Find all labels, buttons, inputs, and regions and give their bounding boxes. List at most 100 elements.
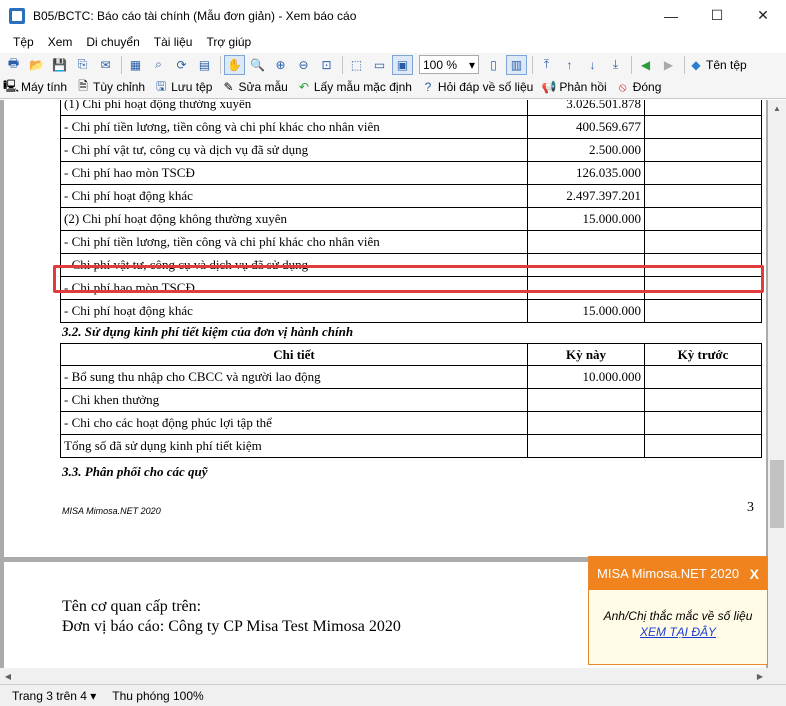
table-row: - Chi cho các hoạt động phúc lợi tập thể bbox=[60, 411, 762, 435]
print-icon[interactable]: 🖶 bbox=[3, 55, 24, 75]
customize-icon: 🗎 bbox=[78, 78, 88, 93]
single-page-icon[interactable]: ▯ bbox=[483, 55, 504, 75]
file-name-button[interactable]: ◆ Tên tệp bbox=[688, 57, 753, 73]
horizontal-scrollbar[interactable]: ◀ ▶ bbox=[0, 668, 768, 684]
page-width-icon[interactable]: ⬚ bbox=[346, 55, 367, 75]
menu-file[interactable]: Tệp bbox=[6, 35, 41, 49]
page-number: 3 bbox=[747, 500, 754, 515]
popup-header: MISA Mimosa.NET 2020 X bbox=[589, 557, 767, 590]
thumbnails-icon[interactable]: ▦ bbox=[125, 55, 146, 75]
zoom-tool-icon[interactable]: 🔍 bbox=[247, 55, 268, 75]
previous-page-icon[interactable]: ↑ bbox=[559, 55, 580, 75]
disk-icon: 🖫 bbox=[155, 78, 167, 93]
table-row-highlighted: - Bổ sung thu nhập cho CBCC và người lao… bbox=[60, 365, 762, 389]
table-row: (2) Chi phí hoạt động không thường xuyên… bbox=[60, 207, 762, 231]
feedback-button[interactable]: 📢 Phản hồi bbox=[541, 79, 612, 95]
table-row: - Chi phí hoạt động khác 2.497.397.201 bbox=[60, 184, 762, 208]
scroll-right-icon[interactable]: ▶ bbox=[752, 672, 768, 681]
table-row: - Chi phí tiền lương, tiền công và chi p… bbox=[60, 115, 762, 139]
window-title: B05/BCTC: Báo cáo tài chính (Mẫu đơn giả… bbox=[33, 8, 357, 23]
find-icon[interactable]: ⌕ bbox=[148, 55, 169, 75]
savings-usage-table: Chi tiết Kỳ này Kỳ trước - Bổ sung thu n… bbox=[60, 343, 762, 458]
question-icon: ? bbox=[424, 80, 432, 94]
toolbar-separator bbox=[684, 55, 685, 74]
column-header: Kỳ trước bbox=[644, 343, 762, 366]
toolbar-separator bbox=[631, 55, 632, 74]
first-page-icon[interactable]: ⤒ bbox=[536, 55, 557, 75]
column-header: Kỳ này bbox=[527, 343, 645, 366]
section-heading-3-3: 3.3. Phân phối cho các quỹ bbox=[62, 464, 208, 479]
toolbar-separator bbox=[342, 55, 343, 74]
chevron-down-icon: ▾ bbox=[468, 57, 475, 72]
forward-icon[interactable]: ▶ bbox=[658, 55, 679, 75]
close-button[interactable]: ⦸ Đóng bbox=[615, 79, 668, 95]
scroll-left-icon[interactable]: ◀ bbox=[0, 672, 16, 681]
popup-text: Anh/Chị thắc mắc về số liệu bbox=[603, 609, 753, 623]
minimize-button[interactable]: — bbox=[648, 0, 694, 31]
zoom-select[interactable]: 100 % ▾ bbox=[419, 55, 479, 74]
hand-tool-icon[interactable]: ✋ bbox=[224, 54, 245, 75]
refresh-icon[interactable]: ⟳ bbox=[171, 55, 192, 75]
close-window-button[interactable]: ✕ bbox=[740, 0, 786, 31]
table-row: - Chi phí vật tư, công cụ và dịch vụ đã … bbox=[60, 138, 762, 162]
undo-arrow-icon: ↶ bbox=[298, 80, 309, 94]
menu-help[interactable]: Trợ giúp bbox=[199, 35, 258, 49]
diamond-icon: ◆ bbox=[691, 57, 701, 72]
menu-navigate[interactable]: Di chuyển bbox=[79, 35, 146, 49]
vertical-scrollbar[interactable]: ▲ ▼ bbox=[768, 100, 786, 684]
actual-size-icon[interactable]: ▣ bbox=[392, 54, 413, 75]
watermark-icon[interactable]: ▤ bbox=[194, 55, 215, 75]
menu-document[interactable]: Tài liệu bbox=[147, 35, 200, 49]
edit-template-button[interactable]: ✎ Sửa mẫu bbox=[220, 79, 293, 95]
save-icon[interactable]: 💾 bbox=[49, 55, 70, 75]
toolbar-actions: 🖳 Máy tính 🗎 Tùy chỉnh 🖫 Lưu tệp ✎ Sửa m… bbox=[0, 76, 786, 99]
zoom-out-icon[interactable]: ⊖ bbox=[293, 55, 314, 75]
customize-button[interactable]: 🗎 Tùy chỉnh bbox=[75, 79, 151, 95]
status-bar: Trang 3 trên 4 ▾ Thu phóng 100% bbox=[0, 684, 786, 706]
page-footer-brand: MISA Mimosa.NET 2020 bbox=[62, 506, 161, 516]
popup-close-button[interactable]: X bbox=[750, 566, 759, 582]
toolbar-main: 🖶 📂 💾 ⎘ ✉ ▦ ⌕ ⟳ ▤ ✋ 🔍 ⊕ ⊖ ⊡ ⬚ ▭ ▣ 100 % … bbox=[0, 53, 786, 76]
whole-page-icon[interactable]: ▭ bbox=[369, 55, 390, 75]
page-indicator[interactable]: Trang 3 trên 4 ▾ bbox=[12, 689, 96, 703]
app-icon bbox=[9, 7, 25, 24]
menu-view[interactable]: Xem bbox=[41, 35, 80, 49]
back-icon[interactable]: ◀ bbox=[635, 55, 656, 75]
zoom-indicator: Thu phóng 100% bbox=[112, 688, 204, 703]
table-row: - Chi phí tiền lương, tiền công và chi p… bbox=[60, 230, 762, 254]
parent-agency-line: Tên cơ quan cấp trên: bbox=[62, 598, 202, 615]
scroll-up-icon[interactable]: ▲ bbox=[768, 100, 786, 117]
toolbar-separator bbox=[121, 55, 122, 74]
multi-page-icon[interactable]: ▥ bbox=[506, 54, 527, 75]
table-row: - Chi phí hao mòn TSCĐ 126.035.000 bbox=[60, 161, 762, 185]
report-page-3: (1) Chi phí hoạt động thường xuyên 3.026.… bbox=[4, 100, 766, 557]
save-file-button[interactable]: 🖫 Lưu tệp bbox=[153, 79, 218, 95]
computer-icon: 🖳 bbox=[3, 78, 20, 93]
table-header-row: Chi tiết Kỳ này Kỳ trước bbox=[60, 343, 762, 366]
zoom-in-icon[interactable]: ⊕ bbox=[270, 55, 291, 75]
zoom-area-icon[interactable]: ⊡ bbox=[316, 55, 337, 75]
table-row: - Chi phí vật tư, công cụ và dịch vụ đã … bbox=[60, 253, 762, 277]
email-icon[interactable]: ✉ bbox=[95, 55, 116, 75]
megaphone-icon: 📢 bbox=[541, 80, 557, 94]
computer-button[interactable]: 🖳 Máy tính bbox=[3, 79, 73, 95]
window-controls: — ☐ ✕ bbox=[648, 0, 786, 31]
menu-bar: Tệp Xem Di chuyển Tài liệu Trợ giúp bbox=[0, 31, 786, 53]
scroll-thumb[interactable] bbox=[770, 460, 784, 528]
popup-body: Anh/Chị thắc mắc về số liệu XEM TẠI ĐÂY bbox=[589, 590, 767, 640]
toolbar-separator bbox=[220, 55, 221, 74]
data-qa-button[interactable]: ? Hỏi đáp về số liệu bbox=[420, 79, 539, 95]
maximize-button[interactable]: ☐ bbox=[694, 0, 740, 31]
table-row: - Chi khen thưởng bbox=[60, 388, 762, 412]
reporting-unit-line: Đơn vị báo cáo: Công ty CP Misa Test Mim… bbox=[62, 618, 401, 635]
popup-link[interactable]: XEM TẠI ĐÂY bbox=[589, 624, 767, 640]
open-folder-icon[interactable]: 📂 bbox=[26, 55, 47, 75]
default-template-button[interactable]: ↶ Lấy mẫu mặc định bbox=[296, 79, 418, 95]
next-page-icon[interactable]: ↓ bbox=[582, 55, 603, 75]
export-icon[interactable]: ⎘ bbox=[72, 55, 93, 75]
expense-table: (1) Chi phí hoạt động thường xuyên 3.026.… bbox=[60, 100, 762, 323]
table-row: Tổng số đã sử dụng kinh phí tiết kiệm bbox=[60, 434, 762, 458]
zoom-value: 100 % bbox=[423, 57, 458, 72]
help-popup: MISA Mimosa.NET 2020 X Anh/Chị thắc mắc … bbox=[588, 556, 768, 665]
last-page-icon[interactable]: ⤓ bbox=[605, 55, 626, 75]
